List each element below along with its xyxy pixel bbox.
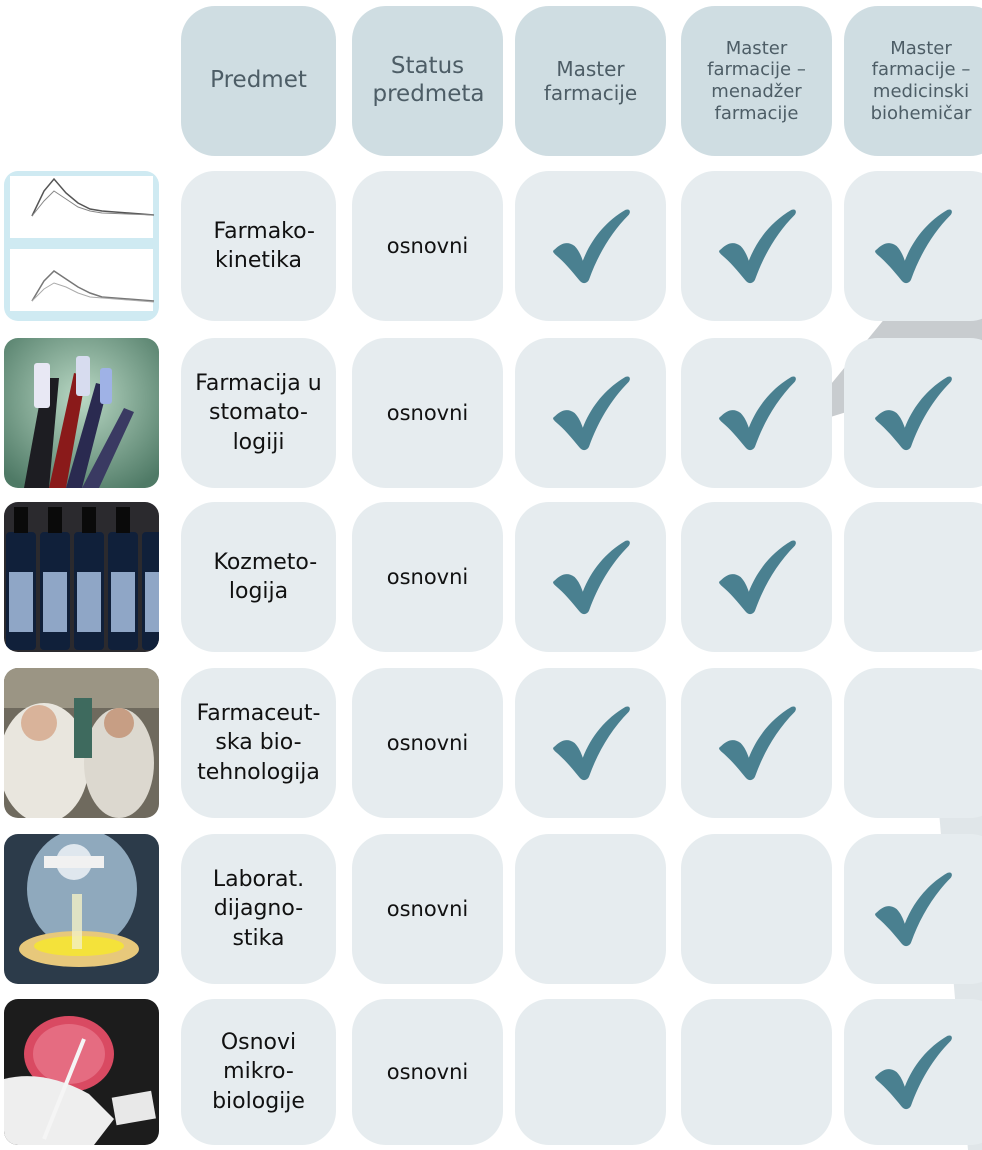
check-icon [875, 1035, 952, 1110]
program-cell [844, 338, 982, 488]
check-icon [875, 872, 952, 947]
subject-cell: Farmaceut-ska bio-tehnologija [181, 668, 336, 818]
subject-cell: Laborat. dijagno-stika [181, 834, 336, 984]
check-icon [718, 540, 796, 615]
subject-cell: Osnovi mikro-biologije [181, 999, 336, 1145]
program-cell [844, 999, 982, 1145]
status-cell: osnovni [352, 999, 503, 1145]
status-cell: osnovni [352, 502, 503, 652]
header-program-manager: Master farmacije – menadžer farmacije [681, 6, 832, 156]
cosmetic-bottles-image [4, 502, 159, 652]
program-cell [844, 668, 982, 818]
program-cell [515, 999, 666, 1145]
pharmacokinetics-graph-image [4, 171, 159, 321]
lab-technician-flask-image [4, 834, 159, 984]
check-icon [552, 540, 630, 615]
toothbrushes-image [4, 338, 159, 488]
subject-cell: Farmako-kinetika [181, 171, 336, 321]
check-icon [718, 376, 796, 451]
subject-cell: Kozmeto-logija [181, 502, 336, 652]
program-cell [844, 171, 982, 321]
program-cell [515, 338, 666, 488]
laboratory-workers-image [4, 668, 159, 818]
status-cell: osnovni [352, 834, 503, 984]
petri-dish-image [4, 999, 159, 1145]
check-icon [875, 376, 952, 451]
check-icon [718, 706, 796, 781]
status-cell: osnovni [352, 668, 503, 818]
program-cell [681, 668, 832, 818]
header-status: Status predmeta [352, 6, 503, 156]
program-cell [515, 668, 666, 818]
program-cell [681, 338, 832, 488]
status-cell: osnovni [352, 338, 503, 488]
program-cell [681, 834, 832, 984]
program-cell [515, 171, 666, 321]
program-cell [844, 834, 982, 984]
status-cell: osnovni [352, 171, 503, 321]
check-icon [552, 706, 630, 781]
program-cell [515, 834, 666, 984]
subject-cell: Farmacija u stomato-logiji [181, 338, 336, 488]
check-icon [875, 209, 952, 284]
header-program-biochemist: Master farmacije – medicinski biohemičar [844, 6, 982, 156]
header-program-master: Master farmacije [515, 6, 666, 156]
program-cell [681, 502, 832, 652]
program-cell [515, 502, 666, 652]
program-cell [844, 502, 982, 652]
program-cell [681, 999, 832, 1145]
check-icon [718, 209, 796, 284]
check-icon [552, 209, 630, 284]
check-icon [552, 376, 630, 451]
header-predmet: Predmet [181, 6, 336, 156]
program-cell [681, 171, 832, 321]
